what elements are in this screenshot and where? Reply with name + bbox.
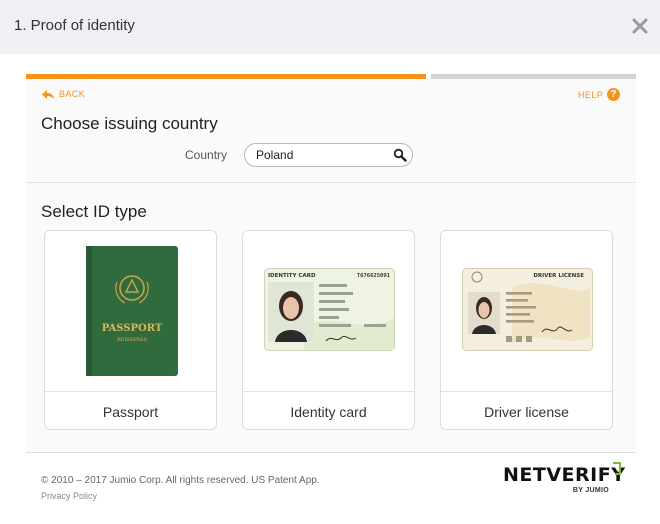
passport-image-subtitle: REISEPASS [117,337,147,343]
identity-card-label: Identity card [243,391,414,429]
netverify-logo: NETVERIFY BY JUMIO [503,462,626,498]
id-option-driver-license[interactable]: DRIVER LICENSE Driver license [440,230,613,430]
search-icon[interactable] [393,148,407,162]
logo-mark-icon [613,462,621,475]
logo-by-jumio: BY JUMIO [572,487,609,494]
dialog-header: 1. Proof of identity [0,0,660,54]
identity-card-image: IDENTITY CARD T676625091 [264,268,395,351]
id-option-identity-card[interactable]: IDENTITY CARD T676625091 Identity card [242,230,415,430]
copyright-text: © 2010 – 2017 Jumio Corp. All rights res… [41,475,320,486]
id-type-heading: Select ID type [41,202,147,221]
privacy-policy-link[interactable]: Privacy Policy [41,491,97,501]
logo-wordmark: NETVERIFY [503,464,626,486]
license-image-title: DRIVER LICENSE [533,273,584,279]
back-arrow-icon [42,89,54,99]
footer-divider [26,452,636,453]
country-search-field[interactable] [244,143,413,167]
id-card-image-title: IDENTITY CARD [268,273,316,279]
country-heading: Choose issuing country [41,114,218,133]
help-icon: ? [607,88,621,101]
dialog-title: 1. Proof of identity [14,17,135,34]
close-icon[interactable] [631,17,649,35]
country-input[interactable] [256,147,386,163]
back-button[interactable]: BACK [42,89,85,99]
driver-license-image: DRIVER LICENSE [462,268,593,351]
country-label: Country [185,148,228,162]
id-option-passport[interactable]: PASSPORT REISEPASS Passport [44,230,217,430]
back-label: BACK [59,89,86,99]
driver-license-label: Driver license [441,391,612,429]
passport-label: Passport [45,391,216,429]
help-label: HELP [578,89,604,100]
help-button[interactable]: HELP ? [578,88,621,101]
passport-image: PASSPORT REISEPASS [86,246,178,376]
section-divider [26,182,636,183]
id-card-image-number: T676625091 [357,273,391,279]
passport-image-title: PASSPORT [102,323,163,334]
